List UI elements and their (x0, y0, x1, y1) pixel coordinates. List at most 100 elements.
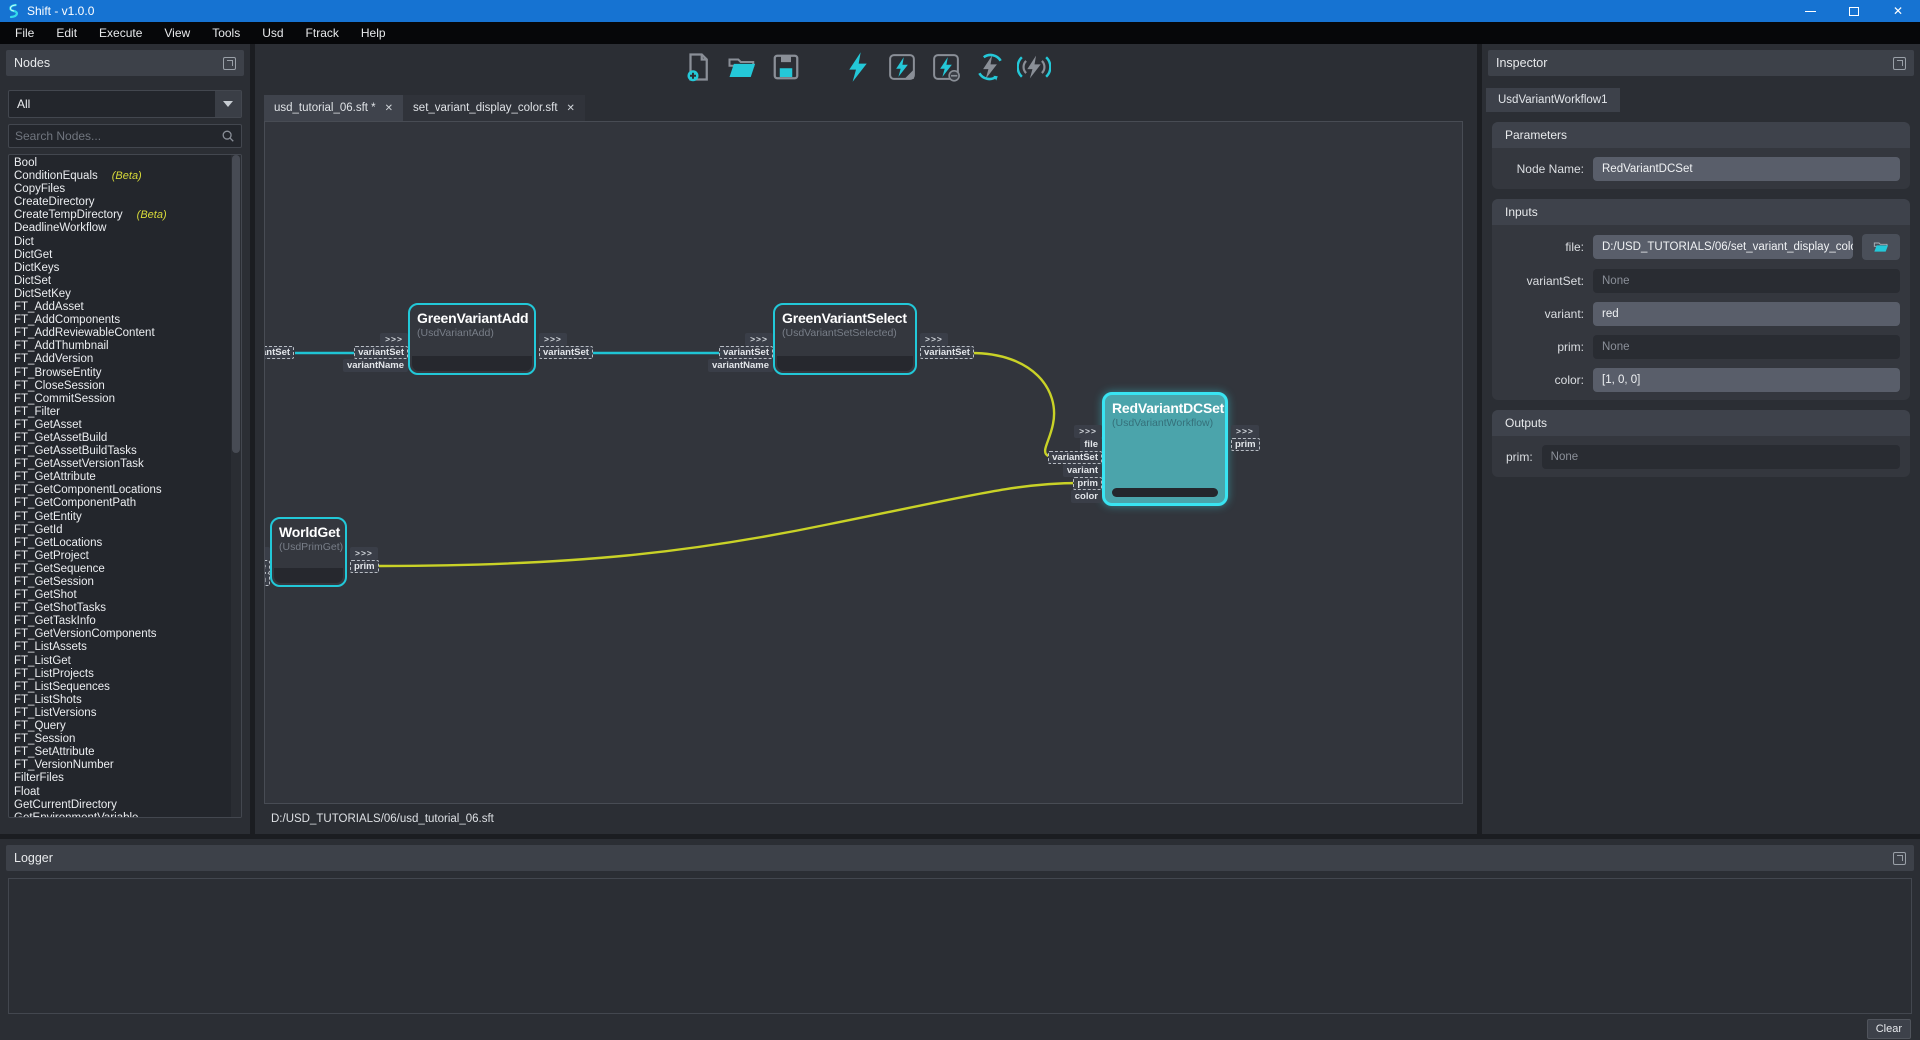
node-type-item[interactable]: FT_CloseSession (14, 380, 231, 393)
node-search-input[interactable] (15, 129, 221, 143)
node-type-item[interactable]: FT_AddThumbnail (14, 340, 231, 353)
new-scene-button[interactable] (682, 53, 714, 85)
node-type-item[interactable]: DictKeys (14, 262, 231, 275)
menu-ftrack[interactable]: Ftrack (295, 22, 350, 44)
parameter-value-field[interactable]: D:/USD_TUTORIALS/06/set_variant_display_… (1593, 235, 1853, 259)
output-port-prim[interactable]: prim (1231, 438, 1260, 451)
clear-button[interactable]: Clear (1867, 1019, 1911, 1039)
node-type-item[interactable]: CreateTempDirectory(Beta) (14, 209, 231, 222)
input-port-color[interactable]: color (1071, 490, 1102, 503)
node-type-item[interactable]: FT_GetId (14, 524, 231, 537)
node-type-item[interactable]: CreateDirectory (14, 196, 231, 209)
close-button[interactable]: ✕ (1876, 0, 1920, 22)
input-port-variantSet[interactable]: variantSet (354, 346, 408, 359)
node-type-item[interactable]: DictSet (14, 275, 231, 288)
node-type-item[interactable]: FT_AddVersion (14, 353, 231, 366)
input-port-variantSet[interactable]: variantSet (1048, 451, 1102, 464)
menu-view[interactable]: View (153, 22, 201, 44)
node-type-item[interactable]: FT_Query (14, 720, 231, 733)
browse-file-button[interactable] (1862, 234, 1900, 260)
scrollbar-thumb[interactable] (232, 155, 240, 453)
node-type-item[interactable]: DictGet (14, 249, 231, 262)
node-type-item[interactable]: ConditionEquals(Beta) (14, 170, 231, 183)
execute-button[interactable] (842, 53, 874, 85)
inspector-node-tab[interactable]: UsdVariantWorkflow1 (1486, 88, 1620, 112)
graph-node-GreenVariantAdd[interactable]: GreenVariantAdd(UsdVariantAdd) (408, 303, 536, 375)
parameter-value-field[interactable]: RedVariantDCSet (1593, 157, 1900, 181)
parameter-value-field[interactable]: None (1542, 445, 1900, 469)
menu-usd[interactable]: Usd (251, 22, 294, 44)
node-type-item[interactable]: DeadlineWorkflow (14, 222, 231, 235)
input-port-prim[interactable]: prim (1073, 477, 1102, 490)
tab-set-variant-display-color-sft[interactable]: set_variant_display_color.sft✕ (403, 95, 585, 121)
node-type-item[interactable]: FT_ListSequences (14, 681, 231, 694)
node-type-item[interactable]: FT_GetSequence (14, 563, 231, 576)
node-type-item[interactable]: FT_GetAsset (14, 419, 231, 432)
node-type-item[interactable]: FT_ListProjects (14, 668, 231, 681)
node-type-item[interactable]: FT_GetProject (14, 550, 231, 563)
output-port-variantSet[interactable]: variantSet (920, 346, 974, 359)
node-type-item[interactable]: FilterFiles (14, 772, 231, 785)
maximize-button[interactable] (1832, 0, 1876, 22)
tab-close-icon[interactable]: ✕ (385, 103, 393, 114)
node-type-item[interactable]: FT_GetAttribute (14, 471, 231, 484)
node-type-item[interactable]: FT_GetEntity (14, 511, 231, 524)
graph-node-GreenVariantSelect[interactable]: GreenVariantSelect(UsdVariantSetSelected… (773, 303, 917, 375)
execute-cancel-button[interactable] (930, 53, 962, 85)
input-port-variantSet[interactable]: variantSet (719, 346, 773, 359)
node-type-item[interactable]: FT_BrowseEntity (14, 367, 231, 380)
output-port-variantSet[interactable]: variantSet (539, 346, 593, 359)
node-type-item[interactable]: FT_GetSession (14, 576, 231, 589)
menu-tools[interactable]: Tools (201, 22, 251, 44)
node-type-item[interactable]: FT_GetShot (14, 589, 231, 602)
node-type-item[interactable]: FT_GetShotTasks (14, 602, 231, 615)
tab-usd-tutorial-06-sft-[interactable]: usd_tutorial_06.sft *✕ (264, 95, 403, 121)
node-type-item[interactable]: FT_AddAsset (14, 301, 231, 314)
node-type-item[interactable]: FT_GetComponentLocations (14, 484, 231, 497)
node-type-item[interactable]: FT_ListAssets (14, 641, 231, 654)
node-graph-canvas[interactable]: GreenVariantAdd(UsdVariantAdd)>>>variant… (264, 121, 1463, 804)
live-execute-button[interactable] (1018, 53, 1050, 85)
clipped-port-antSet[interactable]: antSet (264, 346, 294, 359)
parameter-value-field[interactable]: [1, 0, 0] (1593, 368, 1900, 392)
input-port-variantName[interactable]: variantName (708, 359, 773, 372)
minimize-button[interactable] (1788, 0, 1832, 22)
node-type-item[interactable]: FT_GetAssetBuildTasks (14, 445, 231, 458)
undock-icon[interactable] (1893, 57, 1906, 70)
graph-node-WorldGet[interactable]: WorldGet(UsdPrimGet) (270, 517, 347, 587)
menu-edit[interactable]: Edit (45, 22, 88, 44)
open-scene-button[interactable] (726, 53, 758, 85)
node-type-item[interactable]: FT_Filter (14, 406, 231, 419)
graph-node-RedVariantDCSet[interactable]: RedVariantDCSet(UsdVariantWorkflow) (1102, 392, 1228, 506)
input-port-variant[interactable]: variant (1063, 464, 1102, 477)
node-type-item[interactable]: FT_GetComponentPath (14, 497, 231, 510)
tab-close-icon[interactable]: ✕ (567, 103, 575, 114)
node-type-item[interactable]: FT_VersionNumber (14, 759, 231, 772)
undock-icon[interactable] (223, 57, 236, 70)
menu-file[interactable]: File (4, 22, 45, 44)
node-type-item[interactable]: FT_AddReviewableContent (14, 327, 231, 340)
node-type-item[interactable]: FT_ListGet (14, 655, 231, 668)
undock-icon[interactable] (1893, 852, 1906, 865)
node-type-item[interactable]: Dict (14, 236, 231, 249)
node-type-item[interactable]: FT_GetVersionComponents (14, 628, 231, 641)
node-type-item[interactable]: GetEnvironmentVariable (14, 812, 231, 817)
parameter-value-field[interactable]: None (1593, 269, 1900, 293)
node-type-item[interactable]: FT_CommitSession (14, 393, 231, 406)
chevron-down-icon[interactable] (215, 91, 241, 117)
node-type-item[interactable]: FT_GetTaskInfo (14, 615, 231, 628)
menu-execute[interactable]: Execute (88, 22, 153, 44)
input-port-file[interactable]: file (1080, 438, 1102, 451)
menu-help[interactable]: Help (350, 22, 397, 44)
node-type-item[interactable]: FT_GetAssetVersionTask (14, 458, 231, 471)
parameter-value-field[interactable]: red (1593, 302, 1900, 326)
output-port-prim[interactable]: prim (350, 560, 379, 573)
save-scene-button[interactable] (770, 53, 802, 85)
node-filter-dropdown[interactable]: All (8, 90, 242, 118)
node-type-item[interactable]: DictSetKey (14, 288, 231, 301)
node-type-item[interactable]: FT_ListVersions (14, 707, 231, 720)
node-type-item[interactable]: FT_GetLocations (14, 537, 231, 550)
node-type-item[interactable]: CopyFiles (14, 183, 231, 196)
node-type-item[interactable]: Float (14, 786, 231, 799)
input-port-n[interactable]: n (264, 573, 270, 586)
